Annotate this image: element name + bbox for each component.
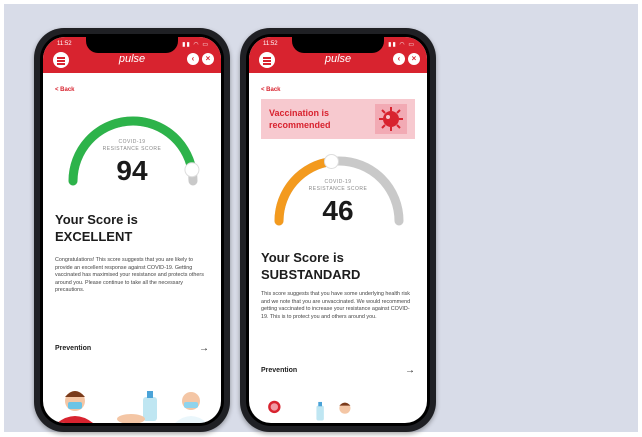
share-icon[interactable]: ‹ — [393, 53, 405, 65]
back-link[interactable]: < Back — [55, 87, 75, 93]
hand-sanitizer-illustration — [117, 391, 157, 423]
status-time: 11:52 — [57, 41, 72, 47]
prevention-row[interactable]: Prevention → — [261, 365, 415, 379]
masked-person-illustration — [57, 391, 93, 423]
close-icon[interactable]: × — [408, 53, 420, 65]
phone-substandard: 11:52 ▮▮ ◠ ▭ pulse ‹ × < Back Vaccinatio… — [240, 28, 436, 432]
prevention-illustrations — [268, 400, 351, 421]
virus-icon — [375, 104, 407, 134]
score-value: 94 — [116, 155, 148, 186]
score-value: 46 — [322, 195, 354, 226]
prevention-label: Prevention — [261, 367, 298, 374]
close-icon[interactable]: × — [202, 53, 214, 65]
phone-screen: 11:52 ▮▮ ◠ ▭ pulse ‹ × < Back COVID-19 R… — [43, 37, 221, 423]
phone-excellent: 11:52 ▮▮ ◠ ▭ pulse ‹ × < Back COVID-19 R… — [34, 28, 230, 432]
hand-sanitizer-illustration — [316, 401, 324, 421]
prevention-label: Prevention — [55, 345, 92, 352]
vaccination-banner: Vaccination is recommended — [261, 99, 415, 139]
arrow-right-icon[interactable]: → — [405, 365, 415, 376]
doctor-illustration — [339, 402, 351, 414]
gauge-caption: COVID-19 RESISTANCE SCORE — [308, 179, 368, 192]
score-headline: Your Score is EXCELLENT — [55, 212, 138, 244]
gauge-caption: COVID-19 RESISTANCE SCORE — [102, 139, 162, 152]
no-virus-illustration — [268, 400, 281, 414]
score-headline: Your Score is SUBSTANDARD — [261, 250, 361, 282]
phone-screen: 11:52 ▮▮ ◠ ▭ pulse ‹ × < Back Vaccinatio… — [249, 37, 427, 423]
gauge-knob — [323, 153, 339, 169]
status-icons: ▮▮ ◠ ▭ — [182, 42, 209, 48]
back-link[interactable]: < Back — [261, 87, 281, 93]
prevention-row[interactable]: Prevention → — [55, 343, 209, 357]
phone-notch — [292, 37, 384, 53]
prevention-illustrations — [57, 391, 207, 423]
share-icon[interactable]: ‹ — [187, 53, 199, 65]
status-icons: ▮▮ ◠ ▭ — [388, 42, 415, 48]
arrow-right-icon[interactable]: → — [199, 343, 209, 354]
score-description: Congratulations! This score suggests tha… — [55, 257, 204, 294]
score-description: This score suggests that you have some u… — [261, 291, 411, 320]
doctor-illustration — [175, 392, 207, 423]
banner-text: Vaccination is recommended — [269, 108, 331, 130]
status-time: 11:52 — [263, 41, 278, 47]
figure: 11:52 ▮▮ ◠ ▭ pulse ‹ × < Back COVID-19 R… — [0, 0, 642, 437]
phone-notch — [86, 37, 178, 53]
